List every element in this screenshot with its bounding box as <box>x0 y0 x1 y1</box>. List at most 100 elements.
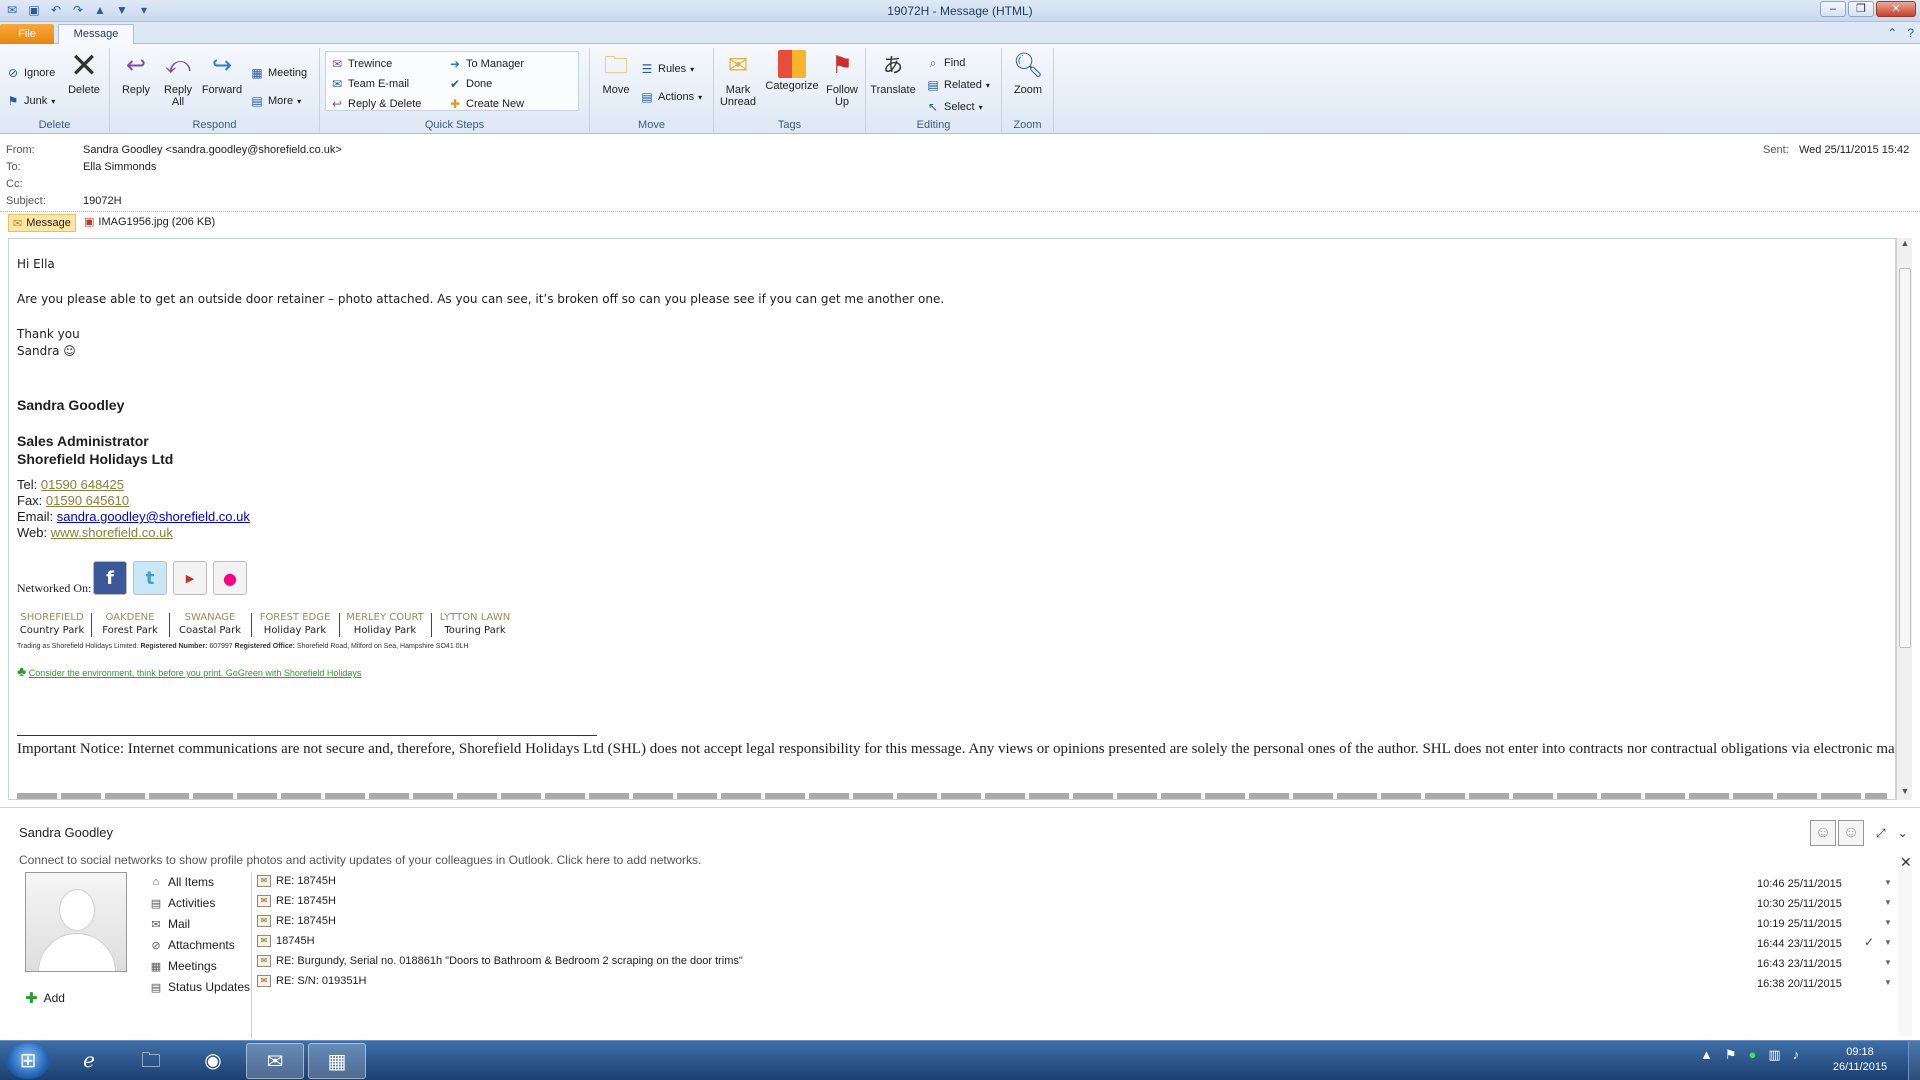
more-respond-button[interactable]: ▤ More ▾ <box>250 92 301 110</box>
file-explorer-icon[interactable]: 🗀 <box>122 1043 180 1079</box>
youtube-icon[interactable]: ▶ <box>173 561 207 595</box>
fax-link[interactable]: 01590 645610 <box>46 493 129 508</box>
status-green-icon[interactable]: ● <box>1749 1047 1757 1063</box>
quickstep-team-email[interactable]: ✉ Team E-mail <box>330 75 409 93</box>
follow-up-button[interactable]: ⚑ Follow Up <box>820 50 864 108</box>
move-button[interactable]: 🗀 Move <box>594 50 638 96</box>
email-icon: ✉ <box>257 955 271 967</box>
dropdown-icon[interactable]: ▼ <box>1884 918 1892 927</box>
list-item[interactable]: ✉ RE: S/N: 019351H 16:38 20/11/2015 ▼ <box>254 972 1894 992</box>
email-link[interactable]: sandra.goodley@shorefield.co.uk <box>57 509 250 524</box>
minimize-button[interactable]: – <box>1820 1 1846 17</box>
select-button[interactable]: ↖ Select ▾ <box>926 98 983 116</box>
important-notice: Important Notice: Internet communication… <box>17 741 1895 757</box>
quickstep-create-new[interactable]: ✚ Create New <box>448 95 524 113</box>
gogreen-link[interactable]: Consider the environment, think before y… <box>29 668 362 678</box>
networked-on-label: Networked On: <box>17 581 92 595</box>
message-attachment-tab[interactable]: ✉ Message <box>8 214 76 232</box>
close-icon[interactable]: ✕ <box>1900 854 1912 871</box>
related-icon: ▤ <box>927 78 939 92</box>
outlook-icon[interactable]: ✉ <box>246 1043 304 1079</box>
minimize-ribbon-icon[interactable]: ⌃ <box>1887 26 1897 40</box>
quickstep-reply-delete[interactable]: ↩ Reply & Delete <box>330 95 421 113</box>
from-value[interactable]: Sandra Goodley <sandra.goodley@shorefiel… <box>83 144 342 156</box>
expand-icon[interactable]: ⤢ <box>1876 826 1886 841</box>
flag-icon: ⚑ <box>831 52 853 79</box>
person-icon[interactable]: ☺ <box>1838 820 1864 846</box>
categorize-button[interactable]: Categorize <box>764 50 820 92</box>
quickstep-trewince[interactable]: ✉ Trewince <box>330 55 392 73</box>
dropdown-icon[interactable]: ▼ <box>1884 958 1892 967</box>
translate-button[interactable]: あ Translate <box>868 50 918 96</box>
action-center-flag-icon[interactable]: ⚑ <box>1725 1047 1737 1063</box>
reply-all-button[interactable]: ⤺ Reply All <box>156 50 200 108</box>
to-value[interactable]: Ella Simmonds <box>83 161 156 173</box>
sent-label: Sent: <box>1763 144 1789 156</box>
activities-icon: ▤ <box>150 897 162 910</box>
firefox-icon[interactable]: ◉ <box>184 1043 242 1079</box>
close-button[interactable]: ✕ <box>1876 1 1916 17</box>
network-icon[interactable]: ▥ <box>1768 1047 1780 1063</box>
tray-expand-icon[interactable]: ▲ <box>1700 1047 1713 1063</box>
scroll-up-icon[interactable]: ▲ <box>1897 238 1913 252</box>
quickstep-to-manager[interactable]: ➜ To Manager <box>448 55 524 73</box>
scroll-down-icon[interactable]: ▼ <box>1897 786 1913 800</box>
list-item[interactable]: ✉ RE: Burgundy, Serial no. 018861h "Door… <box>254 952 1894 972</box>
scroll-thumb[interactable] <box>1899 268 1911 648</box>
trading-line: Trading as Shorefield Holidays Limited. … <box>17 643 469 650</box>
nav-activities[interactable]: ▤ Activities <box>150 893 216 913</box>
tab-file[interactable]: File <box>0 24 54 44</box>
tel-link[interactable]: 01590 648425 <box>41 477 124 492</box>
people-pane-scrollbar[interactable] <box>1898 870 1912 1036</box>
mark-unread-button[interactable]: ✉ Mark Unread <box>716 50 760 108</box>
person-icon[interactable]: ☺ <box>1810 820 1836 846</box>
show-desktop-button[interactable] <box>1908 1041 1920 1080</box>
help-icon[interactable]: ? <box>1907 26 1914 40</box>
body-scrollbar[interactable]: ▲ ▼ <box>1896 238 1912 800</box>
forward-button[interactable]: ↪ Forward <box>200 50 244 96</box>
junk-button[interactable]: ⚑ Junk ▾ <box>6 92 56 110</box>
rules-button[interactable]: ☰ Rules ▾ <box>640 60 695 78</box>
nav-status-updates[interactable]: ▤ Status Updates <box>150 977 250 997</box>
group-label-move: Move <box>638 119 665 131</box>
dropdown-icon[interactable]: ▼ <box>1884 898 1892 907</box>
facebook-icon[interactable]: f <box>93 561 127 595</box>
actions-button[interactable]: ▤ Actions ▾ <box>640 88 702 106</box>
volume-icon[interactable]: ♪ <box>1793 1047 1800 1063</box>
maximize-button[interactable]: ❐ <box>1848 1 1874 17</box>
ignore-button[interactable]: ⊘ Ignore <box>6 64 55 82</box>
reply-button[interactable]: ↩ Reply <box>114 50 158 96</box>
nav-mail[interactable]: ✉ Mail <box>150 914 190 934</box>
add-button[interactable]: ✚ Add <box>25 989 65 1007</box>
delete-button[interactable]: ✕ Delete <box>62 49 106 96</box>
internet-explorer-icon[interactable]: ℯ <box>60 1043 118 1079</box>
calendar-app-icon[interactable]: ▦ <box>308 1043 366 1079</box>
list-item[interactable]: ✉ 18745H 16:44 23/11/2015 ✓ ▼ <box>254 932 1894 952</box>
related-button[interactable]: ▤ Related ▾ <box>926 76 990 94</box>
connect-networks-link[interactable]: Connect to social networks to show profi… <box>19 853 701 867</box>
nav-meetings[interactable]: ▦ Meetings <box>150 956 217 976</box>
flickr-icon[interactable]: ● <box>213 561 247 595</box>
zoom-button[interactable]: 🔍︎ Zoom <box>1006 50 1050 96</box>
nav-all-items[interactable]: ⌂ All Items <box>150 872 215 892</box>
actions-icon: ▤ <box>641 90 653 104</box>
attachment-file[interactable]: ▣ IMAG1956.jpg (206 KB) <box>84 215 215 229</box>
list-item[interactable]: ✉ RE: 18745H 10:30 25/11/2015 ▼ <box>254 892 1894 912</box>
twitter-icon[interactable]: t <box>133 561 167 595</box>
dropdown-icon[interactable]: ▼ <box>1884 938 1892 947</box>
dropdown-icon[interactable]: ▼ <box>1884 878 1892 887</box>
quickstep-done[interactable]: ✔ Done <box>448 75 492 93</box>
gogreen-line: ♣ Consider the environment, think before… <box>17 663 361 679</box>
start-button[interactable]: ⊞ <box>6 1043 50 1079</box>
find-button[interactable]: ⌕ Find <box>926 54 966 72</box>
binoculars-icon: ⌕ <box>929 56 937 70</box>
meeting-button[interactable]: ▦ Meeting <box>250 64 307 82</box>
web-link[interactable]: www.shorefield.co.uk <box>51 525 173 540</box>
chevron-down-icon[interactable]: ⌄ <box>1898 826 1908 841</box>
nav-attachments[interactable]: ⊘ Attachments <box>150 935 234 955</box>
list-item[interactable]: ✉ RE: 18745H 10:19 25/11/2015 ▼ <box>254 912 1894 932</box>
clock[interactable]: 09:18 26/11/2015 <box>1820 1045 1900 1075</box>
tab-message[interactable]: Message <box>58 24 134 45</box>
list-item[interactable]: ✉ RE: 18745H 10:46 25/11/2015 ▼ <box>254 872 1894 892</box>
dropdown-icon[interactable]: ▼ <box>1884 978 1892 987</box>
